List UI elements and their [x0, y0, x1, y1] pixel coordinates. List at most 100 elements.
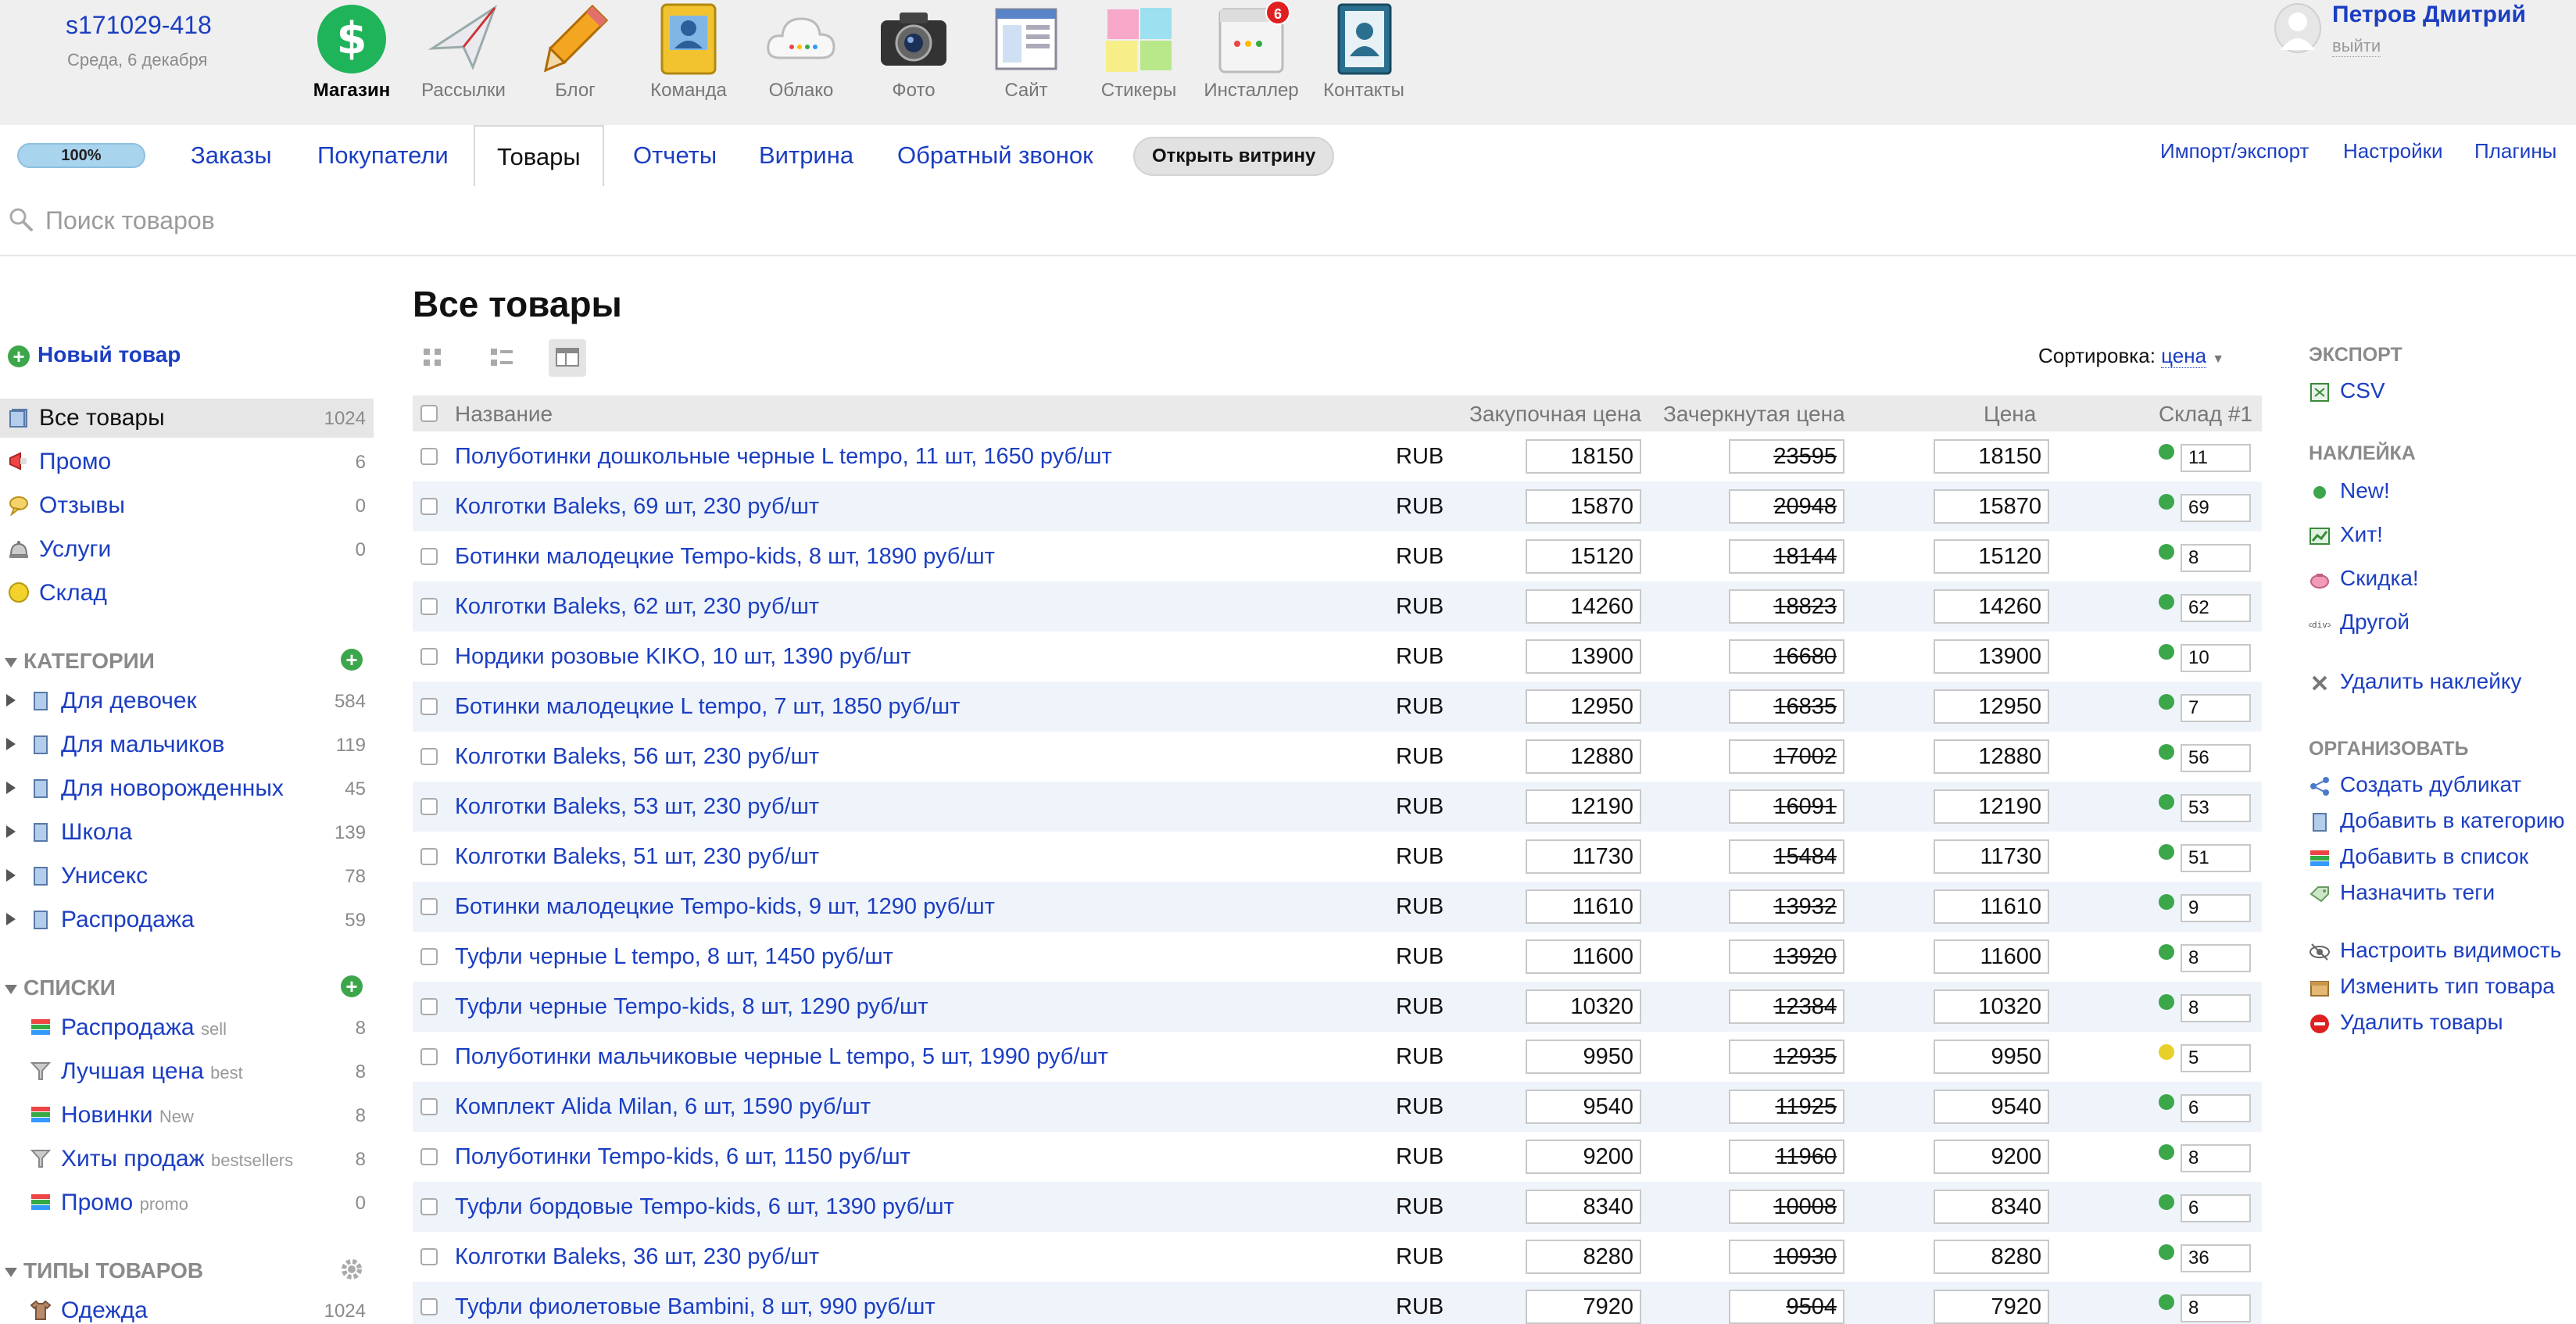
- price-input[interactable]: 15120: [1934, 539, 2049, 574]
- product-name-link[interactable]: Полуботинки Tempo-kids, 6 шт, 1150 руб/ш…: [455, 1144, 911, 1170]
- purchase-price-input[interactable]: 18150: [1526, 439, 1641, 474]
- row-checkbox[interactable]: [420, 998, 438, 1015]
- col-purchase-price[interactable]: Закупочная цена: [1469, 402, 1641, 427]
- tab-orders[interactable]: Заказы: [191, 125, 272, 186]
- purchase-price-input[interactable]: 13900: [1526, 639, 1641, 674]
- purchase-price-input[interactable]: 12950: [1526, 689, 1641, 724]
- sidebar-item-all-products[interactable]: Все товары 1024: [0, 399, 374, 438]
- compare-price-input[interactable]: 12935: [1729, 1040, 1844, 1074]
- col-compare-price[interactable]: Зачеркнутая цена: [1663, 402, 1845, 427]
- product-name-link[interactable]: Колготки Baleks, 36 шт, 230 руб/шт: [455, 1244, 819, 1270]
- list-item[interactable]: Хиты продаж bestsellers 8: [0, 1140, 374, 1179]
- price-input[interactable]: 12190: [1934, 789, 2049, 824]
- purchase-price-input[interactable]: 12190: [1526, 789, 1641, 824]
- stock-quantity-input[interactable]: 9: [2181, 894, 2251, 922]
- sort-field-link[interactable]: цена: [2161, 344, 2207, 368]
- price-input[interactable]: 11730: [1934, 839, 2049, 874]
- search-input[interactable]: [45, 197, 983, 244]
- product-name-link[interactable]: Полуботинки дошкольные черные L tempo, 1…: [455, 444, 1112, 470]
- compare-price-input[interactable]: 11925: [1729, 1090, 1844, 1124]
- row-checkbox[interactable]: [420, 1198, 438, 1215]
- row-checkbox[interactable]: [420, 948, 438, 965]
- badge-sale-link[interactable]: Скидка!: [2309, 566, 2419, 591]
- list-item[interactable]: Новинки New 8: [0, 1096, 374, 1135]
- plugins-link[interactable]: Плагины: [2474, 139, 2556, 163]
- price-input[interactable]: 9950: [1934, 1040, 2049, 1074]
- compare-price-input[interactable]: 17002: [1729, 739, 1844, 774]
- new-product-button[interactable]: + Новый товар: [8, 342, 181, 367]
- compare-price-input[interactable]: 16835: [1729, 689, 1844, 724]
- product-name-link[interactable]: Нордики розовые KIKO, 10 шт, 1390 руб/шт: [455, 644, 911, 670]
- add-list-button[interactable]: +: [341, 975, 363, 997]
- app-photo[interactable]: Фото: [855, 0, 972, 102]
- compare-price-input[interactable]: 10930: [1729, 1240, 1844, 1274]
- price-input[interactable]: 11600: [1934, 939, 2049, 974]
- compare-price-input[interactable]: 16680: [1729, 639, 1844, 674]
- compare-price-input[interactable]: 16091: [1729, 789, 1844, 824]
- price-input[interactable]: 7920: [1934, 1290, 2049, 1324]
- user-name[interactable]: Петров Дмитрий: [2332, 2, 2526, 28]
- expand-arrow-icon[interactable]: [6, 825, 16, 838]
- product-name-link[interactable]: Туфли черные L tempo, 8 шт, 1450 руб/шт: [455, 944, 893, 970]
- sidebar-item-services[interactable]: Услуги 0: [0, 530, 374, 569]
- purchase-price-input[interactable]: 15120: [1526, 539, 1641, 574]
- stock-quantity-input[interactable]: 51: [2181, 844, 2251, 872]
- stock-quantity-input[interactable]: 7: [2181, 694, 2251, 722]
- compare-price-input[interactable]: 18144: [1729, 539, 1844, 574]
- badge-hit-link[interactable]: Хит!: [2309, 522, 2383, 547]
- product-name-link[interactable]: Ботинки малодецкие L tempo, 7 шт, 1850 р…: [455, 694, 960, 720]
- purchase-price-input[interactable]: 11610: [1526, 889, 1641, 924]
- view-list-icon[interactable]: [483, 339, 521, 377]
- price-input[interactable]: 11610: [1934, 889, 2049, 924]
- row-checkbox[interactable]: [420, 1148, 438, 1165]
- app-shop[interactable]: $ Магазин: [293, 0, 410, 102]
- row-checkbox[interactable]: [420, 798, 438, 815]
- app-site[interactable]: Сайт: [968, 0, 1085, 102]
- expand-arrow-icon[interactable]: [6, 738, 16, 750]
- price-input[interactable]: 13900: [1934, 639, 2049, 674]
- product-name-link[interactable]: Ботинки малодецкие Tempo-kids, 9 шт, 129…: [455, 894, 995, 920]
- list-item[interactable]: Лучшая цена best 8: [0, 1052, 374, 1091]
- chevron-down-icon[interactable]: ▼: [2212, 352, 2224, 366]
- price-input[interactable]: 14260: [1934, 589, 2049, 624]
- import-export-link[interactable]: Импорт/экспорт: [2160, 139, 2309, 163]
- export-csv-link[interactable]: CSV: [2309, 378, 2385, 403]
- product-name-link[interactable]: Туфли бордовые Tempo-kids, 6 шт, 1390 ру…: [455, 1194, 954, 1220]
- view-table-icon[interactable]: [549, 339, 586, 377]
- product-types-heading[interactable]: ТИПЫ ТОВАРОВ: [5, 1258, 203, 1283]
- stock-quantity-input[interactable]: 36: [2181, 1244, 2251, 1272]
- category-item[interactable]: Школа 139: [0, 813, 374, 852]
- row-checkbox[interactable]: [420, 898, 438, 915]
- compare-price-input[interactable]: 18823: [1729, 589, 1844, 624]
- logout-link[interactable]: выйти: [2332, 36, 2381, 57]
- sidebar-item-stock[interactable]: Склад: [0, 574, 374, 613]
- stock-quantity-input[interactable]: 62: [2181, 594, 2251, 622]
- visibility-link[interactable]: Настроить видимость: [2309, 938, 2561, 963]
- tab-customers[interactable]: Покупатели: [317, 125, 449, 186]
- category-item[interactable]: Унисекс 78: [0, 857, 374, 896]
- stock-quantity-input[interactable]: 53: [2181, 794, 2251, 822]
- row-checkbox[interactable]: [420, 1048, 438, 1065]
- compare-price-input[interactable]: 23595: [1729, 439, 1844, 474]
- purchase-price-input[interactable]: 14260: [1526, 589, 1641, 624]
- expand-arrow-icon[interactable]: [6, 913, 16, 925]
- product-name-link[interactable]: Туфли черные Tempo-kids, 8 шт, 1290 руб/…: [455, 994, 928, 1020]
- price-input[interactable]: 9540: [1934, 1090, 2049, 1124]
- category-item[interactable]: Для новорожденных 45: [0, 769, 374, 808]
- sidebar-item-promo[interactable]: Промо 6: [0, 442, 374, 481]
- delete-products-link[interactable]: Удалить товары: [2309, 1010, 2503, 1035]
- compare-price-input[interactable]: 20948: [1729, 489, 1844, 524]
- row-checkbox[interactable]: [420, 448, 438, 465]
- tab-callback[interactable]: Обратный звонок: [897, 125, 1093, 186]
- col-stock[interactable]: Склад #1: [2159, 402, 2252, 427]
- compare-price-input[interactable]: 10008: [1729, 1190, 1844, 1224]
- app-team[interactable]: Команда: [630, 0, 747, 102]
- stock-quantity-input[interactable]: 69: [2181, 494, 2251, 522]
- categories-heading[interactable]: КАТЕГОРИИ: [5, 649, 155, 674]
- purchase-price-input[interactable]: 15870: [1526, 489, 1641, 524]
- add-to-list-link[interactable]: Добавить в список: [2309, 844, 2528, 869]
- sidebar-item-reviews[interactable]: Отзывы 0: [0, 486, 374, 525]
- expand-arrow-icon[interactable]: [6, 782, 16, 794]
- purchase-price-input[interactable]: 7920: [1526, 1290, 1641, 1324]
- product-name-link[interactable]: Туфли фиолетовые Bambini, 8 шт, 990 руб/…: [455, 1294, 936, 1320]
